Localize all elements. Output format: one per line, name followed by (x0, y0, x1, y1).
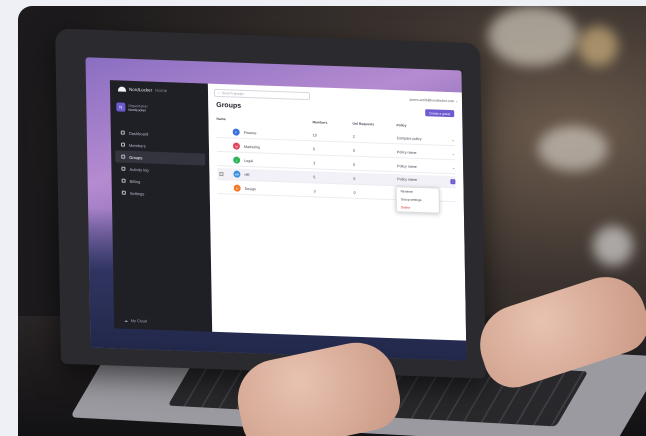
group-name: Marketing (243, 144, 260, 149)
photo-card: NordLocker Home N Organization NordLocke… (18, 6, 646, 436)
activity-icon (121, 166, 126, 171)
members-count: 5 (313, 174, 316, 179)
logo-sub: Home (155, 87, 168, 94)
groups-icon (121, 154, 126, 159)
members-count: 5 (312, 146, 315, 151)
search-placeholder: Search groups (221, 90, 245, 96)
menu-item-delete[interactable]: Delete (397, 203, 439, 212)
org-name: NordLocker (128, 107, 146, 112)
dashboard-icon (120, 130, 125, 135)
search-icon: ⌕ (217, 90, 220, 95)
policy-select[interactable]: Policy name (397, 150, 417, 155)
column-header-members[interactable]: Members (312, 120, 352, 125)
policy-select[interactable]: Policy name (397, 164, 417, 169)
group-avatar: F (232, 128, 240, 136)
user-menu[interactable]: james.smith@nordlocker.com ⌄ (410, 97, 458, 103)
requests-count: 0 (352, 148, 355, 153)
laptop-screen: NordLocker Home N Organization NordLocke… (85, 57, 467, 361)
column-header-policy[interactable]: Policy (396, 123, 454, 129)
requests-count: 2 (352, 134, 355, 139)
settings-icon (121, 190, 126, 195)
cloud-icon: ☁ (124, 318, 128, 323)
topbar: ⌕ Search groups james.smith@nordlocker.c… (213, 88, 458, 106)
nordlocker-logo-icon (117, 86, 127, 92)
bokeh-light (593, 226, 633, 266)
sidebar: NordLocker Home N Organization NordLocke… (109, 80, 213, 332)
bokeh-light (578, 26, 618, 66)
members-count: 10 (312, 132, 317, 137)
bokeh-light (488, 6, 578, 66)
chevron-down-icon: ⌄ (451, 137, 455, 142)
billing-icon (121, 178, 126, 183)
sidebar-nav: Dashboard Members Groups Activity log Bi… (115, 126, 206, 201)
user-email: james.smith@nordlocker.com (409, 97, 455, 103)
group-avatar: M (232, 142, 240, 150)
my-cloud-label: My Cloud (130, 318, 147, 324)
org-badge: N (116, 102, 126, 112)
sidebar-item-settings[interactable]: Settings (116, 186, 206, 201)
column-header-requests[interactable]: Unl Requests (352, 122, 396, 128)
group-name: Finance (243, 130, 257, 135)
chevron-down-icon: ⌄ (455, 98, 459, 103)
members-count: 3 (313, 160, 316, 165)
requests-count: 0 (353, 162, 356, 167)
page-title: Groups (216, 101, 242, 110)
more-options-icon[interactable]: ⋮ (450, 179, 456, 185)
logo-text: NordLocker (128, 86, 153, 93)
sidebar-item-label: Members (128, 142, 146, 148)
sidebar-item-label: Activity log (129, 166, 149, 173)
context-menu: Rename Group settings Delete (395, 186, 440, 214)
row-checkbox[interactable] (219, 171, 224, 176)
members-icon (120, 142, 126, 147)
org-switcher[interactable]: N Organization NordLocker (116, 102, 148, 112)
bokeh-light (538, 126, 608, 171)
sidebar-item-label: Dashboard (128, 130, 149, 137)
group-avatar: L (233, 156, 241, 164)
chevron-down-icon: ⌄ (452, 165, 456, 170)
main-panel: ⌕ Search groups james.smith@nordlocker.c… (207, 83, 467, 341)
policy-select[interactable]: Policy name (397, 177, 417, 183)
group-name: Design (244, 186, 256, 191)
sidebar-item-label: Settings (129, 190, 145, 196)
group-avatar: HR (233, 170, 241, 178)
group-name: Legal (244, 158, 254, 163)
group-name: HR (244, 172, 250, 177)
column-header-name[interactable]: Name (216, 117, 312, 124)
my-cloud-link[interactable]: ☁ My Cloud (124, 318, 147, 324)
create-group-button[interactable]: Create a group (424, 109, 455, 118)
requests-count: 0 (353, 176, 356, 181)
members-count: 3 (313, 188, 316, 193)
sidebar-item-label: Groups (129, 154, 143, 160)
sidebar-item-label: Billing (129, 178, 141, 184)
policy-select[interactable]: Compare policy (397, 136, 422, 141)
requests-count: 0 (353, 190, 356, 195)
chevron-down-icon: ⌄ (451, 151, 455, 156)
search-input[interactable]: ⌕ Search groups (213, 88, 311, 100)
group-avatar: D (233, 184, 241, 192)
app-logo[interactable]: NordLocker Home (117, 86, 168, 94)
